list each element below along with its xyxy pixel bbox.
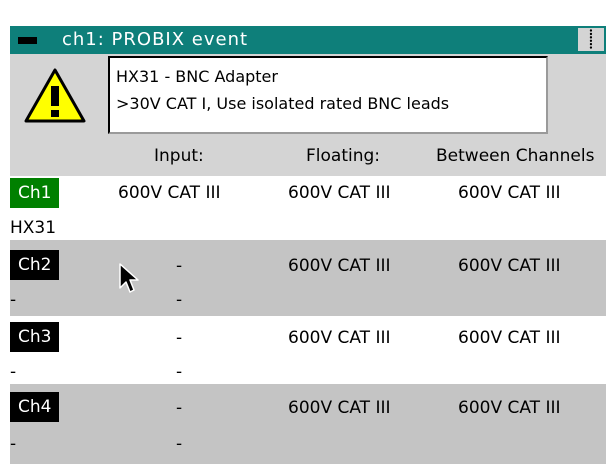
mouse-pointer-icon xyxy=(119,263,139,293)
ch3-probe-name: - xyxy=(10,362,17,382)
ch2-probe-input: - xyxy=(176,290,183,310)
channel-row-ch2: Ch2 - 600V CAT III 600V CAT III - - xyxy=(10,240,606,316)
channel-row-ch4: Ch4 - 600V CAT III 600V CAT III - - xyxy=(10,384,606,464)
ch2-floating-rating: 600V CAT III xyxy=(288,256,391,276)
channel-badge-ch3[interactable]: Ch3 xyxy=(10,322,60,352)
ch2-input-rating: - xyxy=(176,256,183,276)
message-line-1: HX31 - BNC Adapter xyxy=(116,67,278,86)
ch2-between-rating: 600V CAT III xyxy=(458,256,561,276)
warning-icon xyxy=(24,68,86,123)
floating-header: Floating: xyxy=(306,146,381,166)
window-menu-icon[interactable] xyxy=(18,37,37,44)
channel-badge-ch1[interactable]: Ch1 xyxy=(10,178,60,208)
input-header: Input: xyxy=(154,146,204,166)
ch1-between-rating: 600V CAT III xyxy=(458,183,561,203)
message-line-2: >30V CAT I, Use isolated rated BNC leads xyxy=(116,94,450,113)
title-bar[interactable]: ch1: PROBIX event ⸽ xyxy=(10,26,606,54)
ch4-probe-input: - xyxy=(176,434,183,454)
channel-badge-ch2[interactable]: Ch2 xyxy=(10,250,60,280)
probix-event-window: ch1: PROBIX event ⸽ HX31 - BNC Adapter >… xyxy=(10,26,606,464)
between-channels-header: Between Channels xyxy=(436,146,595,166)
ch2-probe-name: - xyxy=(10,290,17,310)
channel-badge-ch4[interactable]: Ch4 xyxy=(10,392,60,422)
ch3-input-rating: - xyxy=(176,328,183,348)
ch1-probe-name: HX31 xyxy=(10,218,57,238)
ch4-between-rating: 600V CAT III xyxy=(458,398,561,418)
ch4-floating-rating: 600V CAT III xyxy=(288,398,391,418)
ch3-probe-input: - xyxy=(176,362,183,382)
ch1-input-rating: 600V CAT III xyxy=(118,183,221,203)
window-title: ch1: PROBIX event xyxy=(62,29,249,50)
ch4-probe-name: - xyxy=(10,434,17,454)
ch3-floating-rating: 600V CAT III xyxy=(288,328,391,348)
ch4-input-rating: - xyxy=(176,398,183,418)
ch3-between-rating: 600V CAT III xyxy=(458,328,561,348)
channel-row-ch3: Ch3 - 600V CAT III 600V CAT III - - xyxy=(10,316,606,384)
message-box: HX31 - BNC Adapter >30V CAT I, Use isola… xyxy=(108,56,548,134)
ch1-floating-rating: 600V CAT III xyxy=(288,183,391,203)
close-icon[interactable]: ⸽ xyxy=(578,28,604,51)
channel-row-ch1: Ch1 600V CAT III 600V CAT III 600V CAT I… xyxy=(10,176,606,240)
